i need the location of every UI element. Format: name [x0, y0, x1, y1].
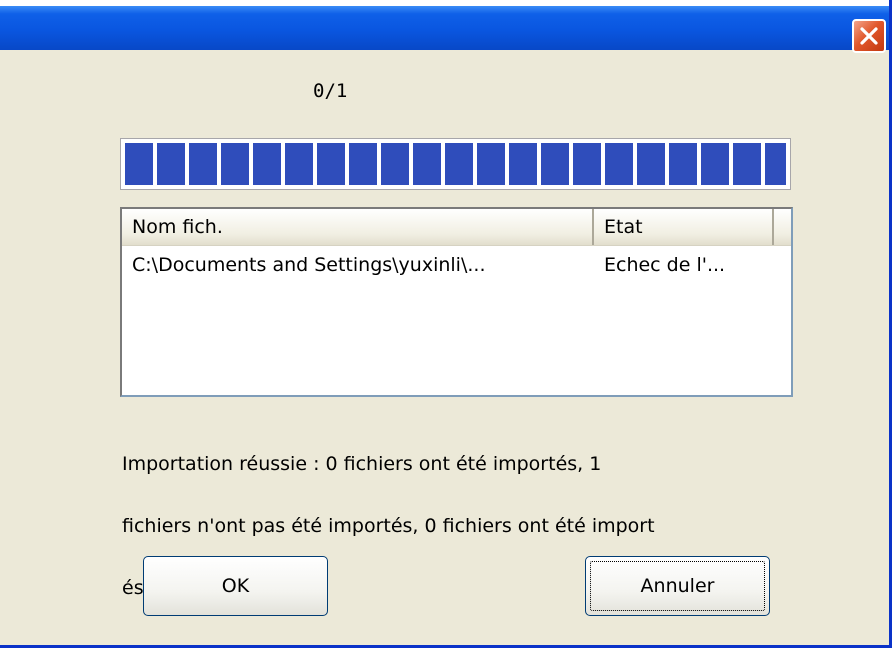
- result-message-line-1: Importation réussie : 0 fichiers ont été…: [122, 453, 602, 475]
- progress-counter: 0/1: [313, 80, 348, 102]
- cancel-button[interactable]: Annuler: [585, 556, 770, 616]
- progress-segment: [637, 143, 665, 185]
- progress-segment: [701, 143, 729, 185]
- progress-segment: [125, 143, 153, 185]
- progress-segment: [253, 143, 281, 185]
- progress-segment: [573, 143, 601, 185]
- progress-segment: [189, 143, 217, 185]
- ok-button[interactable]: OK: [143, 556, 328, 616]
- close-icon: [860, 27, 878, 45]
- progress-segment: [605, 143, 633, 185]
- progress-segment: [285, 143, 313, 185]
- progress-segment: [381, 143, 409, 185]
- list-item[interactable]: C:\Documents and Settings\yuxinli\... Ec…: [122, 247, 791, 283]
- list-item-filename: C:\Documents and Settings\yuxinli\...: [132, 254, 486, 276]
- progress-segment: [765, 143, 786, 185]
- progress-segment: [349, 143, 377, 185]
- column-header-status[interactable]: Etat: [594, 209, 774, 245]
- progress-segment: [477, 143, 505, 185]
- progress-segment: [157, 143, 185, 185]
- progress-segment: [733, 143, 761, 185]
- list-header: Nom fich. Etat: [122, 209, 791, 246]
- progress-segment: [221, 143, 249, 185]
- close-button[interactable]: [852, 19, 886, 53]
- title-bar[interactable]: [0, 0, 889, 53]
- progress-bar: [120, 138, 791, 190]
- progress-segment: [509, 143, 537, 185]
- progress-track: [125, 143, 786, 185]
- list-item-status: Echec de l'...: [604, 254, 726, 276]
- result-message-line-2: fichiers n'ont pas été importés, 0 fichi…: [122, 515, 655, 537]
- progress-segment: [541, 143, 569, 185]
- column-header-filename[interactable]: Nom fich.: [122, 209, 594, 245]
- progress-segment: [669, 143, 697, 185]
- import-dialog: 0/1 Nom fich. Etat C:\Documents and Sett…: [0, 0, 892, 648]
- file-list[interactable]: Nom fich. Etat C:\Documents and Settings…: [120, 207, 793, 397]
- column-header-filler: [774, 209, 791, 245]
- progress-segment: [445, 143, 473, 185]
- progress-segment: [413, 143, 441, 185]
- progress-segment: [317, 143, 345, 185]
